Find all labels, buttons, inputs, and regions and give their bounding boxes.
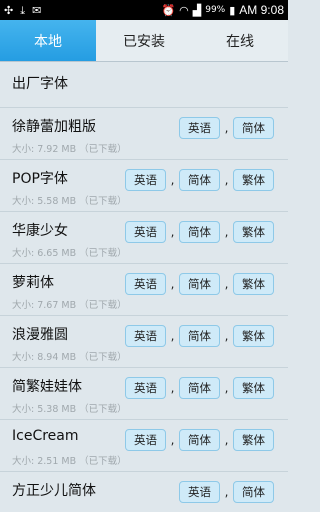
preview-buttons: 英语, 简体: [179, 481, 274, 503]
button-separator: ,: [224, 225, 229, 239]
button-separator: ,: [224, 329, 229, 343]
button-separator: ,: [170, 277, 175, 291]
font-size-label: 大小: 8.94 MB （已下载）: [12, 352, 127, 363]
preview-buttons: 英语, 简体, 繁体: [125, 221, 274, 243]
preview-english-button[interactable]: 英语: [125, 377, 166, 399]
preview-buttons: 英语, 简体, 繁体: [125, 325, 274, 347]
preview-english-button[interactable]: 英语: [179, 117, 220, 139]
preview-simplified-button[interactable]: 简体: [233, 481, 274, 503]
font-name: POP字体: [12, 171, 68, 187]
font-list: 出厂字体 徐静蕾加粗版 大小: 7.92 MB （已下载） 英语, 简体 POP字体 大小:…: [0, 62, 288, 512]
preview-buttons: 英语, 简体, 繁体: [125, 377, 274, 399]
preview-traditional-button[interactable]: 繁体: [233, 429, 274, 451]
preview-traditional-button[interactable]: 繁体: [233, 221, 274, 243]
font-list-item[interactable]: IceCream 大小: 2.51 MB （已下载） 英语, 简体, 繁体: [0, 420, 288, 472]
button-separator: ,: [170, 329, 175, 343]
preview-simplified-button[interactable]: 简体: [179, 429, 220, 451]
button-separator: ,: [224, 381, 229, 395]
font-name: IceCream: [12, 428, 79, 444]
preview-traditional-button[interactable]: 繁体: [233, 377, 274, 399]
button-separator: ,: [224, 485, 229, 499]
status-right: ⏰ ◠ ▟ 99% ▮ AM 9:08: [161, 3, 284, 17]
clock: AM 9:08: [239, 3, 284, 17]
preview-simplified-button[interactable]: 简体: [179, 221, 220, 243]
font-size-label: 大小: 5.58 MB （已下载）: [12, 196, 127, 207]
font-list-item[interactable]: POP字体大小: 5.58 MB （已下载） 英语, 简体, 繁体: [0, 160, 288, 212]
tab-bar: 本地 已安装 在线: [0, 20, 288, 62]
preview-english-button[interactable]: 英语: [125, 429, 166, 451]
preview-buttons: 英语, 简体, 繁体: [125, 169, 274, 191]
button-separator: ,: [224, 121, 229, 135]
alarm-icon: ⏰: [161, 3, 176, 17]
font-size-label: 大小: 2.51 MB （已下载）: [12, 456, 127, 467]
button-separator: ,: [170, 433, 175, 447]
font-name: 出厂字体: [12, 76, 68, 92]
wifi-icon: ◠: [179, 3, 189, 17]
font-list-item[interactable]: 浪漫雅圆大小: 8.94 MB （已下载） 英语, 简体, 繁体: [0, 316, 288, 368]
preview-simplified-button[interactable]: 简体: [233, 117, 274, 139]
preview-english-button[interactable]: 英语: [125, 273, 166, 295]
font-list-item[interactable]: 萝莉体大小: 7.67 MB （已下载） 英语, 简体, 繁体: [0, 264, 288, 316]
button-separator: ,: [224, 433, 229, 447]
preview-traditional-button[interactable]: 繁体: [233, 325, 274, 347]
font-name: 浪漫雅圆: [12, 327, 68, 343]
preview-english-button[interactable]: 英语: [179, 481, 220, 503]
font-list-item[interactable]: 方正少儿简体 英语, 简体: [0, 472, 288, 512]
preview-simplified-button[interactable]: 简体: [179, 273, 220, 295]
button-separator: ,: [170, 173, 175, 187]
tab-online[interactable]: 在线: [192, 20, 288, 61]
status-left: ✣ ⤓ ✉: [4, 5, 41, 16]
font-list-item[interactable]: 简繁娃娃体大小: 5.38 MB （已下载） 英语, 简体, 繁体: [0, 368, 288, 420]
battery-percent: 99%: [205, 4, 226, 15]
button-separator: ,: [170, 225, 175, 239]
preview-traditional-button[interactable]: 繁体: [233, 169, 274, 191]
preview-buttons: 英语, 简体, 繁体: [125, 273, 274, 295]
usb-icon: ✣: [4, 3, 14, 17]
font-size-label: 大小: 7.92 MB （已下载）: [12, 144, 127, 155]
button-separator: ,: [224, 277, 229, 291]
font-name: 萝莉体: [12, 275, 54, 291]
font-size-label: 大小: 6.65 MB （已下载）: [12, 248, 127, 259]
font-size-label: 大小: 7.67 MB （已下载）: [12, 300, 127, 311]
preview-buttons: 英语, 简体, 繁体: [125, 429, 274, 451]
email-icon: ✉: [32, 3, 42, 17]
font-list-item[interactable]: 出厂字体: [0, 62, 288, 108]
button-separator: ,: [224, 173, 229, 187]
preview-english-button[interactable]: 英语: [125, 221, 166, 243]
font-list-item[interactable]: 徐静蕾加粗版大小: 7.92 MB （已下载） 英语, 简体: [0, 108, 288, 160]
battery-icon: ▮: [229, 3, 236, 17]
download-icon: ⤓: [20, 3, 26, 17]
status-bar: ✣ ⤓ ✉ ⏰ ◠ ▟ 99% ▮ AM 9:08: [0, 0, 288, 20]
tab-installed[interactable]: 已安装: [96, 20, 192, 61]
preview-simplified-button[interactable]: 简体: [179, 325, 220, 347]
preview-simplified-button[interactable]: 简体: [179, 377, 220, 399]
button-separator: ,: [170, 381, 175, 395]
font-list-item[interactable]: 华康少女大小: 6.65 MB （已下载） 英语, 简体, 繁体: [0, 212, 288, 264]
font-name: 徐静蕾加粗版: [12, 119, 96, 135]
preview-traditional-button[interactable]: 繁体: [233, 273, 274, 295]
signal-icon: ▟: [192, 3, 202, 17]
preview-buttons: 英语, 简体: [179, 117, 274, 139]
font-name: 方正少儿简体: [12, 483, 96, 499]
preview-simplified-button[interactable]: 简体: [179, 169, 220, 191]
font-size-label: 大小: 5.38 MB （已下载）: [12, 404, 127, 415]
preview-english-button[interactable]: 英语: [125, 325, 166, 347]
font-name: 简繁娃娃体: [12, 379, 82, 395]
tab-local[interactable]: 本地: [0, 20, 96, 61]
font-name: 华康少女: [12, 223, 68, 239]
preview-english-button[interactable]: 英语: [125, 169, 166, 191]
